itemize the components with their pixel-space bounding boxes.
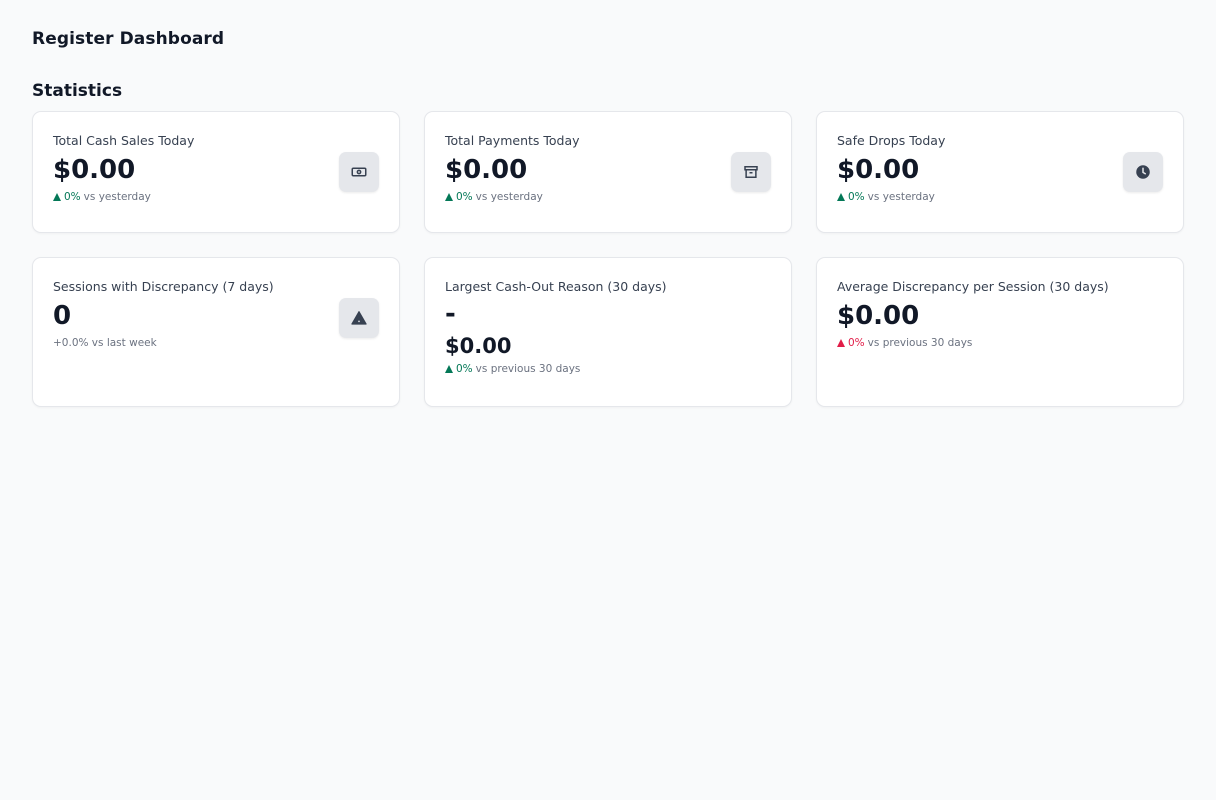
stat-card-largest-cash-out: Largest Cash-Out Reason (30 days) - $0.0… [424,257,792,407]
stat-card-value: 0 [53,301,72,331]
stat-card-delta: 0% vs yesterday [445,190,771,204]
stat-card-label: Total Cash Sales Today [53,133,195,148]
delta-percent: 0% [848,337,865,349]
delta-percent: 0% [456,191,473,203]
stat-card-delta: 0% vs yesterday [53,190,379,204]
trend-up-icon [445,365,453,373]
stat-card-value: $0.00 [445,334,512,358]
stat-card-average-discrepancy: Average Discrepancy per Session (30 days… [816,257,1184,407]
delta-text: +0.0% vs last week [53,337,157,349]
stat-card-safe-drops: Safe Drops Today $0.00 0% vs yesterday [816,111,1184,233]
trend-up-icon [837,193,845,201]
stats-grid-row-1: Total Cash Sales Today $0.00 0% vs yeste… [32,111,1184,233]
stat-card-delta: 0% vs previous 30 days [837,336,1163,350]
stat-card-value: $0.00 [445,155,528,185]
trend-up-icon [53,193,61,201]
delta-text: vs previous 30 days [475,363,581,375]
statistics-section-title: Statistics [32,81,123,101]
delta-text: vs yesterday [475,191,543,203]
delta-percent: 0% [848,191,865,203]
stat-card-label: Total Payments Today [445,133,580,148]
stat-card-label: Largest Cash-Out Reason (30 days) [445,279,667,294]
clock-icon [1123,152,1163,192]
page-title: Register Dashboard [32,29,225,49]
stat-card-label: Sessions with Discrepancy (7 days) [53,279,274,294]
stat-card-total-payments: Total Payments Today $0.00 0% vs yesterd… [424,111,792,233]
stat-card-label: Safe Drops Today [837,133,946,148]
delta-text: vs yesterday [867,191,935,203]
register-dashboard: Register Dashboard Statistics Total Cash… [0,0,1216,407]
cash-out-reason: - [445,299,456,329]
delta-text: vs previous 30 days [867,337,973,349]
stat-card-value: $0.00 [53,155,136,185]
stat-card-delta: 0% vs previous 30 days [445,362,771,376]
cash-icon [339,152,379,192]
stat-card-delta: 0% vs yesterday [837,190,1163,204]
trend-up-icon [837,339,845,347]
delta-percent: 0% [64,191,81,203]
trend-up-icon [445,193,453,201]
delta-text: vs yesterday [83,191,151,203]
delta-percent: 0% [456,363,473,375]
stat-card-total-cash-sales: Total Cash Sales Today $0.00 0% vs yeste… [32,111,400,233]
stat-card-value: $0.00 [837,301,920,331]
stats-grid-row-2: Sessions with Discrepancy (7 days) 0 +0.… [32,257,1184,407]
archive-icon [731,152,771,192]
stat-card-value: $0.00 [837,155,920,185]
stat-card-delta: +0.0% vs last week [53,336,379,350]
stat-card-sessions-discrepancy: Sessions with Discrepancy (7 days) 0 +0.… [32,257,400,407]
warning-icon [339,298,379,338]
stat-card-label: Average Discrepancy per Session (30 days… [837,279,1109,294]
